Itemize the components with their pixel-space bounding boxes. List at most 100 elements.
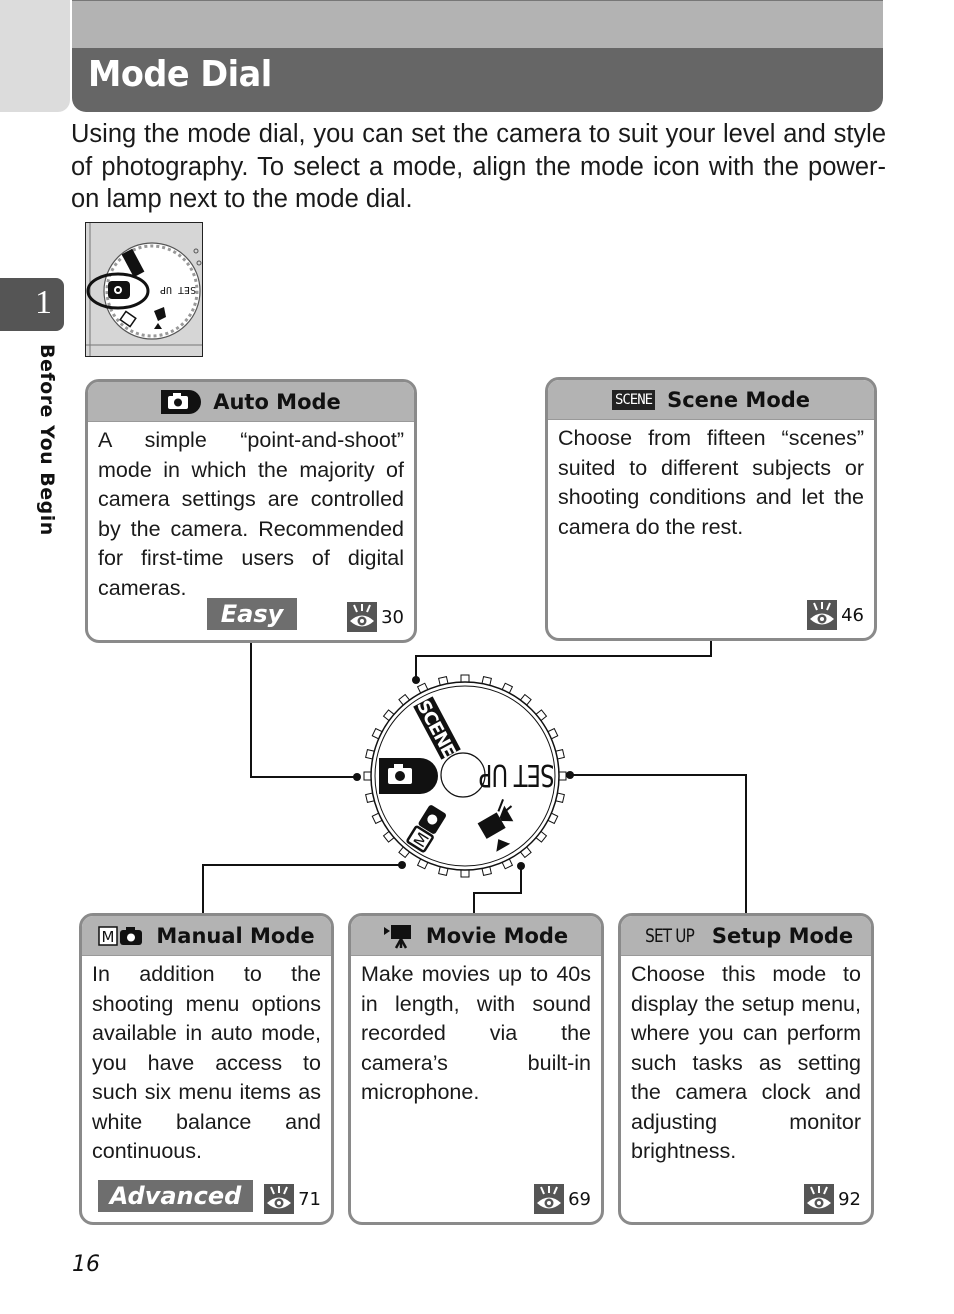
dial-tooth <box>500 682 514 696</box>
dial-tooth <box>545 727 559 741</box>
dial-tooth <box>398 693 412 708</box>
dial-tooth <box>365 749 377 761</box>
dial-tooth <box>480 864 492 876</box>
connector-movie <box>473 866 522 915</box>
page-reference[interactable]: 71 <box>264 1184 321 1214</box>
chapter-label: Before You Begin <box>36 344 58 536</box>
card-description: A simple “point-and-shoot” mode in which… <box>98 428 404 600</box>
connector-auto <box>250 643 357 778</box>
eye-reference-icon <box>347 602 378 632</box>
connector-dot-movie <box>517 862 525 870</box>
eye-reference-icon <box>264 1184 295 1214</box>
svg-text:M: M <box>102 928 115 946</box>
card-manual-mode: M Manual Mode In addition to the shootin… <box>79 913 334 1225</box>
svg-text:SCENE: SCENE <box>412 697 459 761</box>
card-header: Movie Mode <box>351 916 601 956</box>
card-description: Choose from fifteen “scenes” suited to d… <box>558 426 864 539</box>
dial-tooth <box>518 844 532 859</box>
dial-tooth <box>553 749 565 761</box>
mode-dial-thumbnail: SET UP <box>85 222 203 357</box>
mode-dial: SCENE SET UP M <box>363 674 567 878</box>
eye-reference-icon <box>807 600 838 630</box>
eye-reference-icon <box>534 1184 565 1214</box>
page-reference[interactable]: 30 <box>347 602 404 632</box>
page-ref-number: 30 <box>381 606 404 628</box>
dial-tooth <box>398 844 412 859</box>
dial-tooth <box>533 709 548 723</box>
dial-tooth <box>363 771 374 781</box>
thumb-setup-label: SET UP <box>160 284 196 295</box>
manual-camera-icon: M <box>98 925 143 946</box>
card-setup-mode: SET UP Setup Mode Choose this mode to di… <box>618 913 874 1225</box>
page-ref-number: 71 <box>298 1188 321 1210</box>
page-reference[interactable]: 69 <box>534 1184 591 1214</box>
card-title: Scene Mode <box>667 387 811 412</box>
connector-dot-scene <box>412 676 420 684</box>
connector-manual <box>202 864 402 915</box>
scene-icon: SCENE <box>611 389 656 410</box>
card-header: M Manual Mode <box>82 916 331 956</box>
dial-auto-icon <box>379 758 438 794</box>
dial-tooth <box>533 829 548 843</box>
page-ref-number: 92 <box>838 1188 861 1210</box>
page-ref-number: 46 <box>841 604 864 626</box>
dial-center <box>440 752 486 798</box>
dial-tooth <box>553 791 565 803</box>
card-header: Auto Mode <box>88 382 414 422</box>
connector-setup <box>570 774 747 915</box>
chapter-number: 1 <box>35 284 52 321</box>
card-title: Setup Mode <box>711 923 854 948</box>
card-header: SET UP Setup Mode <box>621 916 871 956</box>
intro-paragraph: Using the mode dial, you can set the cam… <box>71 120 886 213</box>
dial-tooth <box>371 811 385 825</box>
page-reference[interactable]: 46 <box>807 600 864 630</box>
setup-icon: SET UP <box>644 924 695 947</box>
dial-tooth <box>416 682 430 696</box>
eye-reference-icon <box>804 1184 835 1214</box>
camera-icon <box>161 389 202 414</box>
chapter-tab[interactable]: 1 <box>0 278 64 331</box>
dial-tooth <box>365 791 377 803</box>
dial-tooth <box>382 709 397 723</box>
page-ref-number: 69 <box>568 1188 591 1210</box>
dial-tooth <box>416 856 430 870</box>
dial-tooth <box>460 674 470 685</box>
card-title: Movie Mode <box>425 923 569 948</box>
dial-setup-icon: SET UP <box>479 757 555 792</box>
dial-scene-icon: SCENE <box>412 696 461 761</box>
dial-tooth <box>545 811 559 825</box>
dial-tooth <box>480 676 492 688</box>
card-description: Make movies up to 40s in length, with so… <box>361 962 591 1104</box>
dial-tooth <box>518 693 532 708</box>
header-bar: Mode Dial <box>72 0 883 112</box>
card-title: Manual Mode <box>156 923 315 948</box>
svg-text:M: M <box>410 829 433 851</box>
card-header: SCENE Scene Mode <box>548 380 874 420</box>
dial-manual-icon: M <box>406 805 447 853</box>
page-reference[interactable]: 92 <box>804 1184 861 1214</box>
card-scene-mode: SCENE Scene Mode Choose from fifteen “sc… <box>545 377 877 641</box>
page-number: 16 <box>72 1252 100 1277</box>
connector-dot-manual <box>398 861 406 869</box>
card-description: In addition to the shooting menu options… <box>92 962 321 1163</box>
dial-tooth <box>438 864 450 876</box>
dial-tooth <box>556 771 567 781</box>
dial-tooth <box>460 867 470 878</box>
movie-camera-icon <box>383 924 411 949</box>
dial-movie-icon <box>477 799 514 852</box>
level-badge-advanced: Advanced <box>98 1180 253 1212</box>
corner-tab <box>0 0 70 112</box>
page-title: Mode Dial <box>88 54 272 95</box>
card-auto-mode: Auto Mode A simple “point-and-shoot” mod… <box>85 379 417 643</box>
dial-tooth <box>371 727 385 741</box>
connector-dot-setup <box>566 771 574 779</box>
card-title: Auto Mode <box>213 389 341 414</box>
card-description: Choose this mode to display the setup me… <box>631 962 861 1163</box>
level-badge-easy: Easy <box>207 598 297 630</box>
connector-dot-auto <box>353 773 361 781</box>
dial-tooth <box>438 676 450 688</box>
card-movie-mode: Movie Mode Make movies up to 40s in leng… <box>348 913 604 1225</box>
dial-tooth <box>382 829 397 843</box>
svg-text:SET UP: SET UP <box>479 757 555 792</box>
connector-scene <box>415 641 712 678</box>
